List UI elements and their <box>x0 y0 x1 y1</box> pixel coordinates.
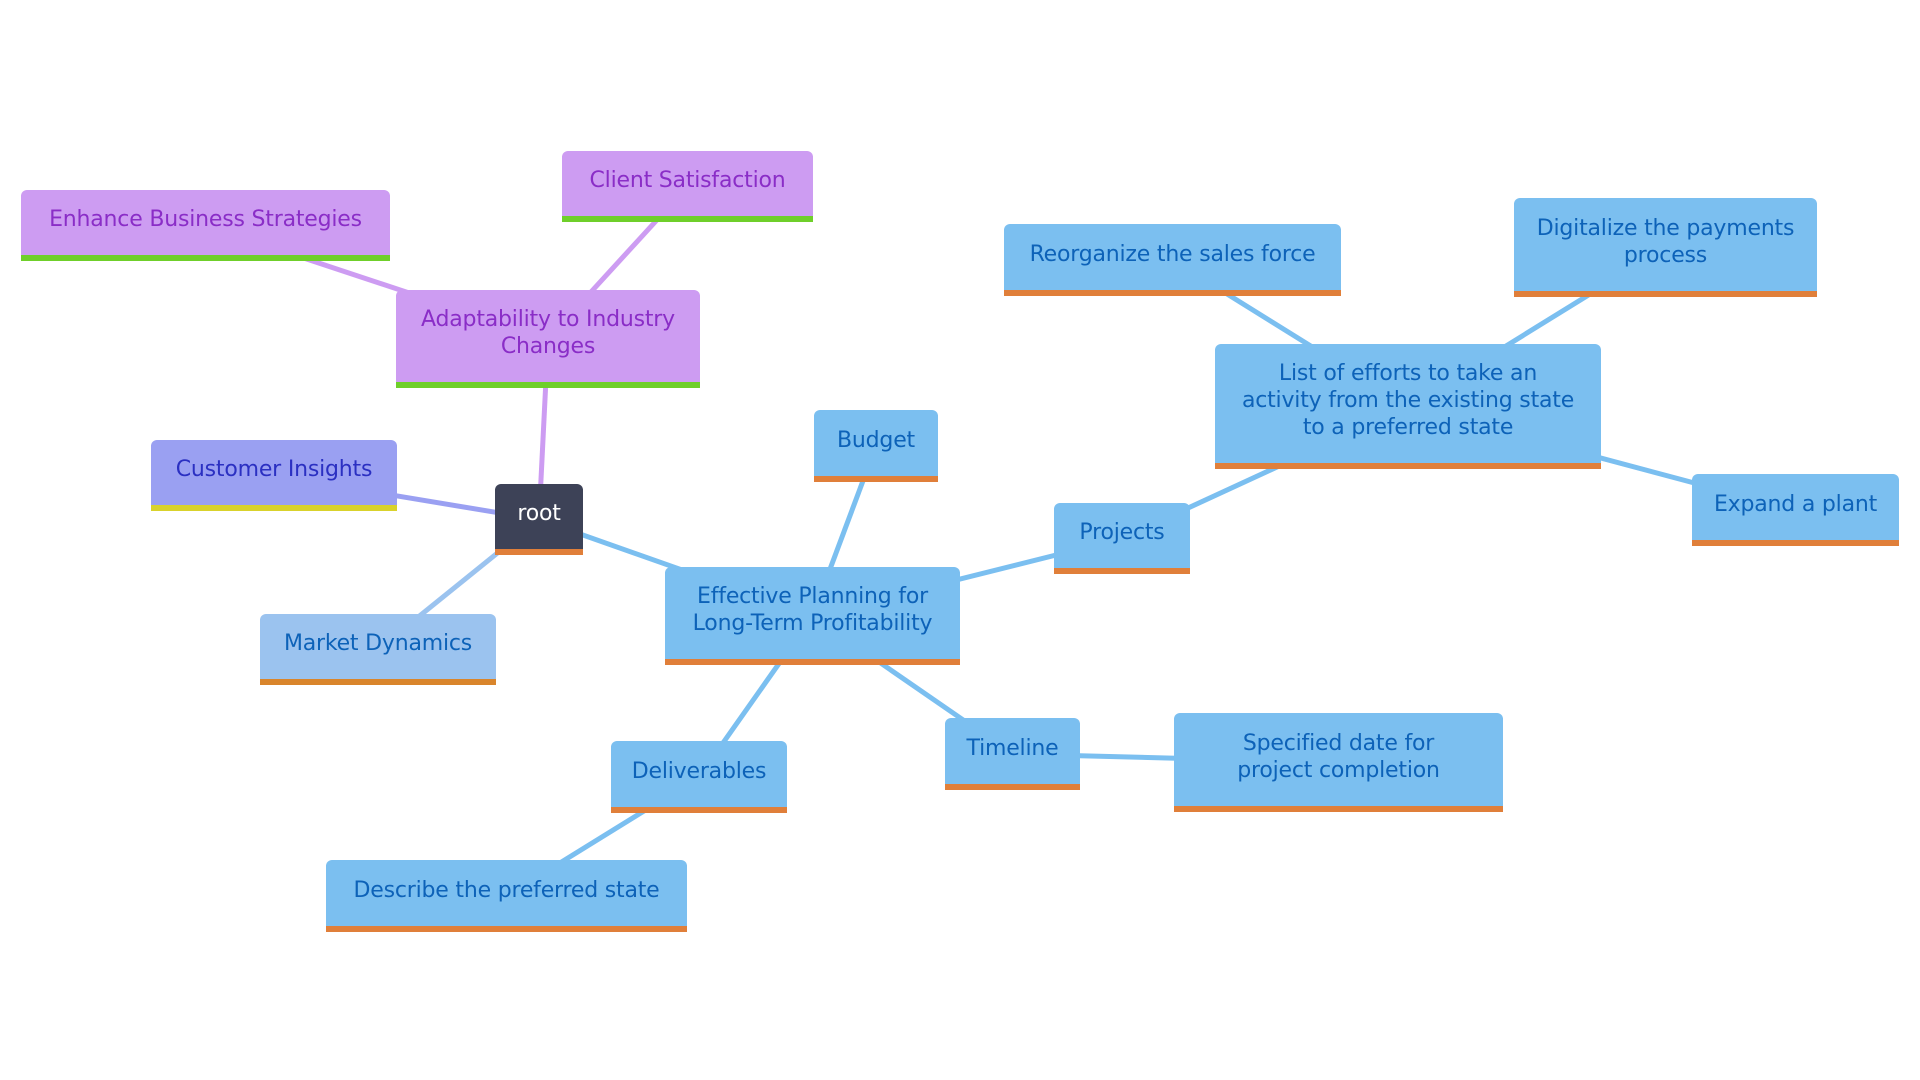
node-describe-preferred-state[interactable]: Describe the preferred state <box>326 860 687 932</box>
node-list-of-efforts[interactable]: List of efforts to take an activity from… <box>1215 344 1601 469</box>
node-customer-insights[interactable]: Customer Insights <box>151 440 397 511</box>
node-budget[interactable]: Budget <box>814 410 938 482</box>
node-expand-plant[interactable]: Expand a plant <box>1692 474 1899 546</box>
node-adaptability-to-industry-changes[interactable]: Adaptability to Industry Changes <box>396 290 700 388</box>
node-specified-date[interactable]: Specified date for project completion <box>1174 713 1503 812</box>
mindmap-edges <box>204 184 1797 899</box>
node-projects[interactable]: Projects <box>1054 503 1190 574</box>
node-client-satisfaction[interactable]: Client Satisfaction <box>562 151 813 222</box>
node-reorganize-sales-force[interactable]: Reorganize the sales force <box>1004 224 1341 296</box>
node-timeline[interactable]: Timeline <box>945 718 1080 790</box>
node-deliverables[interactable]: Deliverables <box>611 741 787 813</box>
node-effective-planning[interactable]: Effective Planning for Long-Term Profita… <box>665 567 960 665</box>
node-market-dynamics[interactable]: Market Dynamics <box>260 614 496 685</box>
node-digitalize-payments[interactable]: Digitalize the payments process <box>1514 198 1817 297</box>
node-root[interactable]: root <box>495 484 583 555</box>
node-enhance-business-strategies[interactable]: Enhance Business Strategies <box>21 190 390 261</box>
